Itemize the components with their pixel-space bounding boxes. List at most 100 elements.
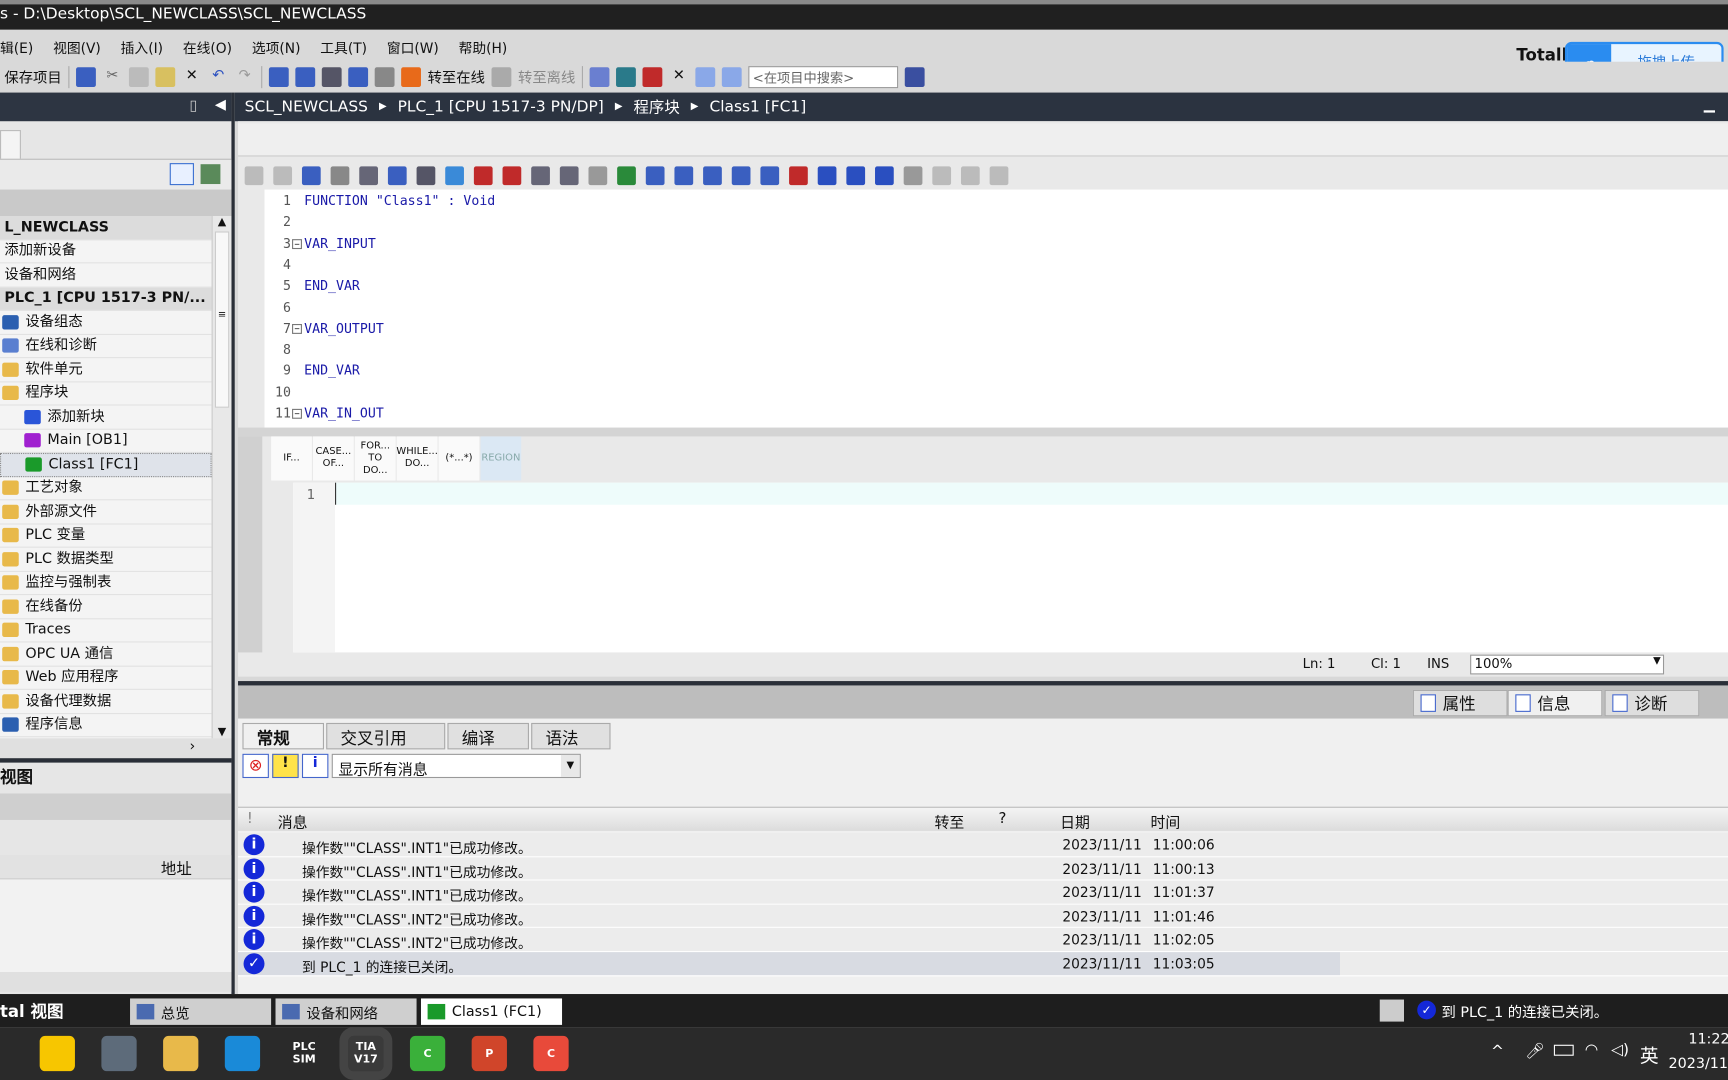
paste-icon[interactable] [155,66,176,87]
tree-item[interactable]: PLC 数据类型 [0,548,212,572]
tree-item[interactable]: PLC 变量 [0,524,212,548]
message-row[interactable]: i 操作数""CLASS".INT2"已成功修改。 2023/11/11 11:01:… [238,904,1728,929]
menu-item[interactable]: 辑(E) [0,36,33,57]
sub-tab[interactable]: 编译 [447,722,529,750]
message-row[interactable]: i 操作数""CLASS".INT2"已成功修改。 2023/11/11 11:02:… [238,928,1728,953]
menu-item[interactable]: 工具(T) [320,36,367,57]
column-date[interactable]: 日期 [1060,810,1090,832]
tree-hscrollbar[interactable]: › [0,738,232,759]
snippet-button[interactable]: IF... [271,436,312,481]
start-simulation-icon[interactable] [348,66,369,87]
editor-tool-icon[interactable] [502,165,522,185]
inspector-tab[interactable]: 属性 [1412,689,1508,717]
inspector-tab[interactable]: 信息 [1507,689,1603,717]
menu-item[interactable]: 帮助(H) [459,36,508,57]
zoom-select[interactable]: 100% ▼ [1470,654,1665,675]
camtasia-icon[interactable]: C [409,1035,446,1072]
powerpoint-icon[interactable]: P [471,1035,507,1072]
editor-tool-icon[interactable] [817,165,837,185]
sub-tab[interactable]: 常规 [242,722,324,750]
editor-tool-icon[interactable] [359,165,378,185]
sticky-notes-icon[interactable] [39,1035,75,1072]
program-editor[interactable]: 1 [293,482,1728,653]
error-filter-icon[interactable]: ⊗ [242,753,269,779]
tree-item[interactable]: 在线和诊断 [0,334,212,359]
file-explorer-icon[interactable] [163,1035,199,1072]
tree-item[interactable]: 工艺对象 [0,477,212,501]
binoculars-icon[interactable] [904,66,925,87]
tree-item[interactable]: 程序块 [0,382,212,406]
editor-tool-icon[interactable] [531,165,550,185]
editor-tool-icon[interactable] [875,165,894,185]
column-message[interactable]: 消息 [278,810,308,832]
sub-tab[interactable]: 交叉引用 [326,722,446,750]
snippet-button[interactable]: CASE... OF... [312,436,354,481]
tree-item[interactable]: 程序信息 [0,714,212,738]
tree-item[interactable]: OPC UA 通信 [0,642,212,667]
portal-tab[interactable]: 设备和网络 [275,998,417,1025]
breadcrumb-item[interactable]: SCL_NEWCLASS [245,98,368,116]
calculator-icon[interactable] [101,1035,137,1072]
tree-item[interactable]: Traces [0,619,212,643]
editor-tool-icon[interactable] [645,165,665,185]
column-help[interactable]: ? [998,810,1006,828]
info-filter-icon[interactable]: i [301,753,329,779]
sub-tab[interactable]: 语法 [531,722,611,750]
minimize-editor-icon[interactable]: ▁ [1704,97,1715,114]
tree-item[interactable]: Web 应用程序 [0,666,212,690]
tree-item[interactable]: 监控与强制表 [0,571,212,596]
upload-icon[interactable] [321,66,342,87]
editor-tool-icon[interactable] [989,165,1009,185]
undo-icon[interactable]: ↶ [208,67,228,87]
editor-tool-icon[interactable] [416,165,436,185]
go-offline-button[interactable]: 转至离线 [518,66,575,88]
wifi-icon[interactable]: ◠ [1585,1041,1598,1059]
redo-icon[interactable]: ↷ [235,67,255,87]
message-row[interactable]: i 操作数""CLASS".INT1"已成功修改。 2023/11/11 11:00:… [238,833,1728,857]
status-log-icon[interactable] [1379,999,1404,1022]
column-goto[interactable]: 转至 [935,810,965,832]
editor-tool-icon[interactable] [559,165,579,185]
snippet-button[interactable]: WHILE... DO... [396,436,438,481]
scroll-right-icon[interactable]: › [190,738,196,755]
tree-item[interactable]: 软件单元 [0,358,212,382]
tree-scrollbar[interactable]: ▲ ≡ ▼ [211,215,232,738]
runtime-icon[interactable] [374,66,395,87]
tree-item[interactable]: 设备和网络 [0,263,212,288]
tree-item[interactable]: 设备代理数据 [0,690,212,714]
tree-item[interactable]: Main [OB1] [0,429,212,453]
portal-tab[interactable]: Class1 (FC1) [420,998,563,1025]
message-row[interactable]: ✓ 到 PLC_1 的连接已关闭。 2023/11/11 11:03:05 [238,952,1728,976]
print-icon[interactable] [76,66,96,87]
editor-tool-icon[interactable] [674,165,694,185]
editor-tool-icon[interactable] [960,165,980,185]
tree-item[interactable]: PLC_1 [CPU 1517-3 PN/... [0,287,212,311]
column-time[interactable]: 时间 [1151,810,1181,832]
editor-tool-icon[interactable] [588,165,608,185]
editor-tool-icon[interactable] [330,165,350,185]
plcsim-icon[interactable]: PLC SIM [286,1035,322,1072]
editor-tool-icon[interactable] [846,165,866,185]
edge-icon[interactable] [224,1035,261,1072]
menu-item[interactable]: 视图(V) [53,36,101,57]
tree-item[interactable]: 设备组态 [0,311,212,335]
cut-icon[interactable]: ✂ [103,67,123,87]
microphone-icon[interactable]: 🎤︎ [1525,1043,1545,1061]
editor-tool-icon[interactable] [387,165,407,185]
tree-item[interactable]: 在线备份 [0,595,212,619]
volume-icon[interactable]: ◁) [1611,1041,1629,1059]
message-row[interactable]: i 操作数""CLASS".INT1"已成功修改。 2023/11/11 11:01:… [238,880,1728,905]
accessible-devices-icon[interactable] [589,66,610,87]
tree-item[interactable]: 添加新设备 [0,240,212,264]
tray-chevron-icon[interactable]: ^ [1491,1043,1504,1061]
code-editor[interactable]: 1 FUNCTION "Class1" : Void 2 3− VAR_INPUT 4 5 E… [264,189,1728,428]
copy-icon[interactable] [128,66,149,87]
inspector-tab[interactable]: 诊断 [1604,689,1700,717]
editor-tool-icon[interactable] [789,165,808,185]
portal-tab[interactable]: 总览 [130,998,272,1025]
menu-item[interactable]: 窗口(W) [387,36,439,57]
side-tab[interactable] [238,436,263,653]
start-cpu-icon[interactable] [616,66,636,87]
scroll-up-icon[interactable]: ▲ [213,216,232,228]
compile-icon[interactable] [268,66,289,87]
